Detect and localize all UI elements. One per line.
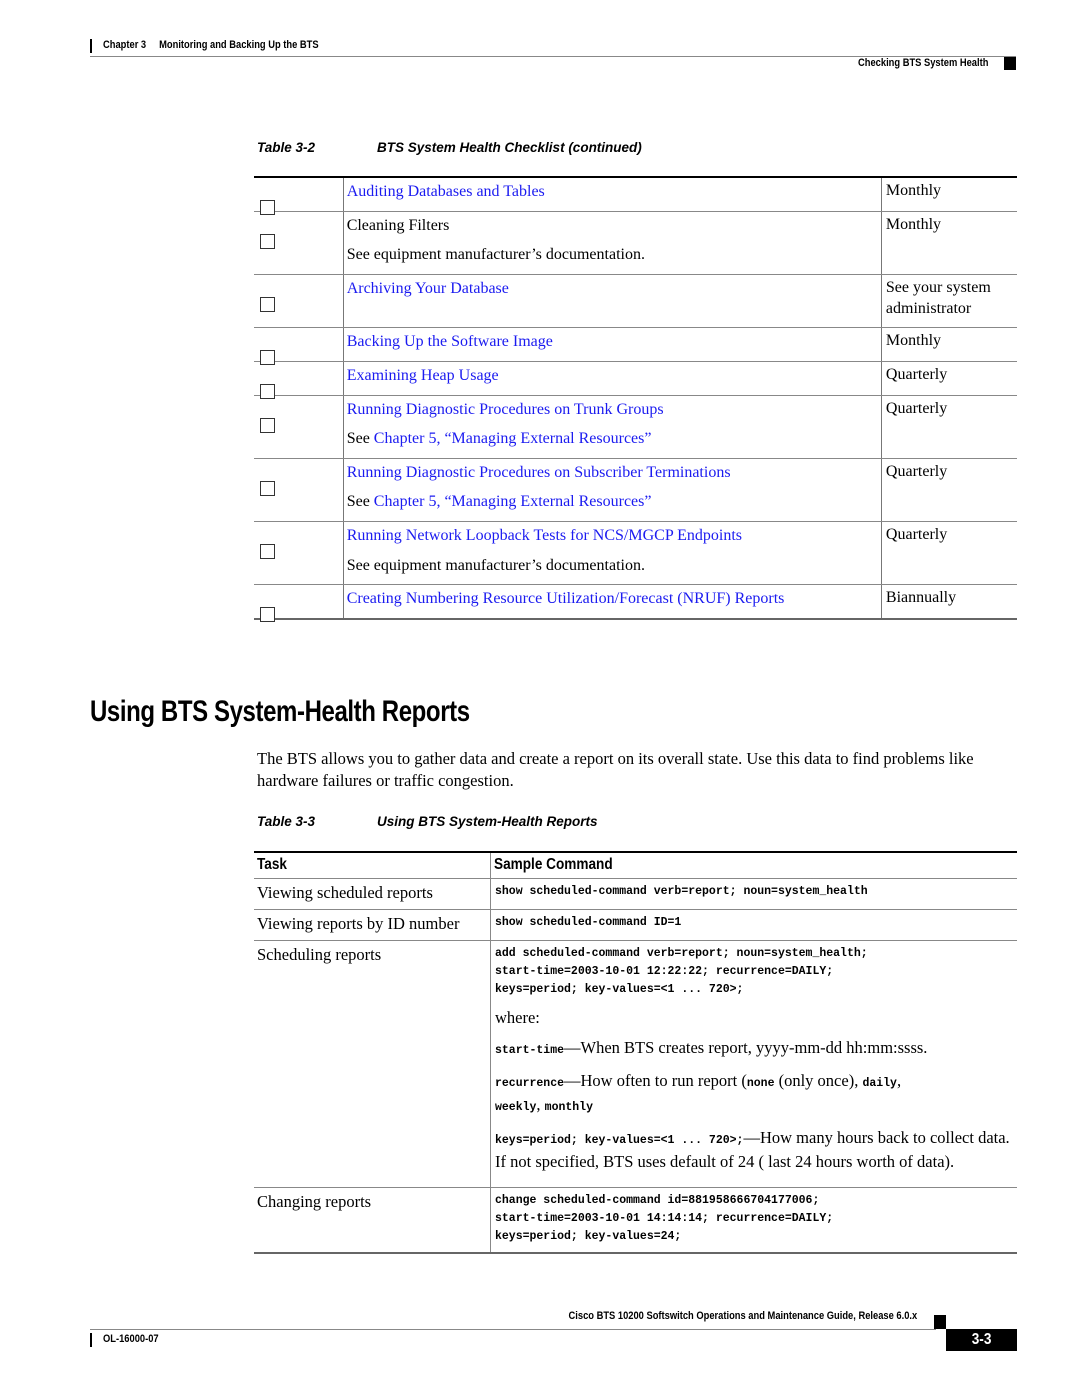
checklist-row: Archiving Your Database See your system a… xyxy=(254,274,1017,329)
checkbox[interactable] xyxy=(260,607,275,623)
checkbox[interactable] xyxy=(260,233,275,249)
frequency: Biannually xyxy=(881,584,1017,620)
note-text: See equipment manufacturer’s documentati… xyxy=(346,246,645,264)
table-row: Viewing reports by ID number show schedu… xyxy=(254,909,1017,941)
checklist-row: Running Diagnostic Procedures on Subscri… xyxy=(254,458,1017,522)
task-title[interactable]: Archiving Your Database xyxy=(347,278,881,300)
command-cell: show scheduled-command ID=1 xyxy=(495,916,682,929)
footer-rule xyxy=(90,1329,936,1330)
reports-table-title: Using BTS System-Health Reports xyxy=(377,814,598,829)
checkbox[interactable] xyxy=(260,480,275,496)
frequency: Quarterly xyxy=(881,521,1017,586)
task-title[interactable]: Running Network Loopback Tests for NCS/M… xyxy=(347,525,881,547)
task-note: See Chapter 5, “Managing External Resour… xyxy=(346,493,652,511)
page-number: 3-3 xyxy=(971,1331,992,1348)
table-row: Changing reports change scheduled-comman… xyxy=(254,1187,1017,1254)
reports-table-header: Task Sample Command xyxy=(254,852,1017,879)
cross-reference-link[interactable]: Chapter 5, “Managing External Resources” xyxy=(374,430,652,447)
chapter-number: Chapter 3 xyxy=(103,39,147,51)
reports-table-caption: Table 3-3 Using BTS System-Health Reports xyxy=(257,814,598,829)
command-cell: change scheduled-command id=881958666704… xyxy=(495,1194,834,1243)
header-marker xyxy=(1004,57,1016,70)
task-cell: Scheduling reports xyxy=(254,940,491,1188)
where-label: where: xyxy=(495,1008,540,1027)
task-note: See equipment manufacturer’s documentati… xyxy=(347,244,881,266)
frequency: Quarterly xyxy=(881,395,1017,459)
footer-doc-number: OL-16000-07 xyxy=(103,1333,159,1345)
checklist-row: Examining Heap Usage Quarterly xyxy=(254,361,1017,399)
checkbox[interactable] xyxy=(260,296,275,312)
frequency: Monthly xyxy=(881,211,1017,275)
frequency: Quarterly xyxy=(881,458,1017,522)
checkbox[interactable] xyxy=(260,417,275,433)
task-note: See equipment manufacturer’s documentati… xyxy=(347,555,881,577)
command-cell: show scheduled-command verb=report; noun… xyxy=(495,885,868,898)
task-title[interactable]: Backing Up the Software Image xyxy=(347,331,881,353)
task-title[interactable]: Running Diagnostic Procedures on Subscri… xyxy=(347,462,881,484)
footer-bar xyxy=(90,1333,92,1347)
task-title[interactable]: Running Diagnostic Procedures on Trunk G… xyxy=(347,399,881,421)
checklist-row: Running Diagnostic Procedures on Trunk G… xyxy=(254,395,1017,459)
section-heading: Using BTS System-Health Reports xyxy=(90,695,470,728)
note-text: See equipment manufacturer’s documentati… xyxy=(346,556,645,574)
table-row: Viewing scheduled reports show scheduled… xyxy=(254,878,1017,910)
param-name: start-time xyxy=(495,1044,565,1057)
checklist-row: Backing Up the Software Image Monthly xyxy=(254,327,1017,366)
param-start-time: start-time—When BTS creates report, yyyy… xyxy=(495,1037,1017,1061)
checklist-table: Auditing Databases and Tables Monthly Clea… xyxy=(254,176,1017,623)
frequency: See your system administrator xyxy=(881,274,1017,329)
parameter-descriptions: where: start-time—When BTS creates repor… xyxy=(495,1007,1017,1172)
param-name: recurrence xyxy=(495,1077,565,1090)
checklist-table-caption: Table 3-2 BTS System Health Checklist (co… xyxy=(257,140,642,155)
column-header-task: Task xyxy=(254,852,491,879)
param-recurrence: recurrence—How often to run report (none… xyxy=(495,1071,902,1114)
checklist-table-title: BTS System Health Checklist (continued) xyxy=(377,140,642,155)
frequency: Quarterly xyxy=(881,361,1017,396)
task-cell: Viewing reports by ID number xyxy=(254,909,491,941)
column-header-sample-command: Sample Command xyxy=(490,852,1017,879)
task-title: Cleaning Filters xyxy=(346,216,450,234)
task-cell: Viewing scheduled reports xyxy=(254,878,491,910)
checklist-row: Running Network Loopback Tests for NCS/M… xyxy=(254,521,1017,586)
header-chapter: Chapter 3 Monitoring and Backing Up the … xyxy=(103,39,319,51)
header-section-title: Checking BTS System Health xyxy=(857,57,988,69)
command-cell: add scheduled-command verb=report; noun=… xyxy=(495,947,868,996)
task-title[interactable]: Creating Numbering Resource Utilization/… xyxy=(347,588,881,610)
task-note: See Chapter 5, “Managing External Resour… xyxy=(346,430,652,448)
task-title[interactable]: Auditing Databases and Tables xyxy=(347,181,881,203)
param-name: keys=period; key-values=<1 ... 720>; xyxy=(495,1134,744,1147)
task-cell: Changing reports xyxy=(254,1187,491,1254)
footer-guide-title: Cisco BTS 10200 Softswitch Operations an… xyxy=(568,1310,917,1322)
frequency: Monthly xyxy=(881,327,1017,362)
param-desc: —When BTS creates report, yyyy-mm-dd hh:… xyxy=(564,1038,928,1057)
task-title[interactable]: Examining Heap Usage xyxy=(347,365,881,387)
checklist-table-number: Table 3-2 xyxy=(257,140,316,155)
checklist-row: Creating Numbering Resource Utilization/… xyxy=(254,584,1017,623)
reports-table-number: Table 3-3 xyxy=(257,814,316,829)
param-keys: keys=period; key-values=<1 ... 720>;—How… xyxy=(495,1127,1017,1172)
cross-reference-link[interactable]: Chapter 5, “Managing External Resources” xyxy=(374,493,652,510)
checkbox[interactable] xyxy=(260,543,275,559)
reports-table: Task Sample Command Viewing scheduled re… xyxy=(254,851,1017,1254)
header-bar xyxy=(90,39,92,53)
checklist-row: Cleaning Filters See equipment manufactur… xyxy=(254,211,1017,275)
frequency: Monthly xyxy=(881,177,1017,212)
intro-paragraph: The BTS allows you to gather data and cr… xyxy=(257,749,974,790)
chapter-title: Monitoring and Backing Up the BTS xyxy=(159,39,319,51)
checklist-row: Auditing Databases and Tables Monthly xyxy=(254,177,1017,215)
footer-marker xyxy=(934,1315,946,1329)
page-number-badge: 3-3 xyxy=(946,1329,1017,1351)
table-row: Scheduling reports add scheduled-command… xyxy=(254,940,1017,1188)
